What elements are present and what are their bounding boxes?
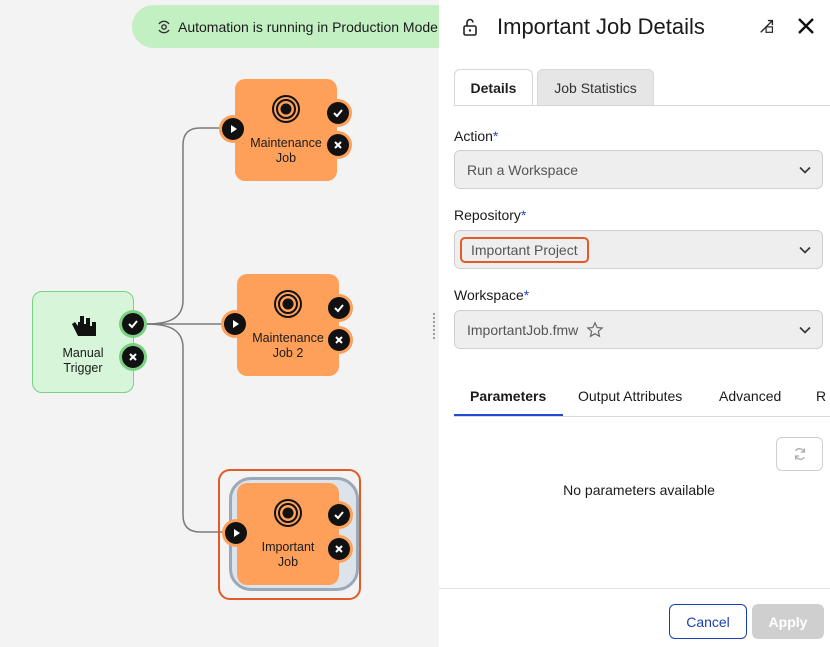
job1-input-port[interactable] (222, 118, 244, 140)
active-tab-underline (454, 414, 563, 416)
close-icon (798, 18, 814, 34)
production-mode-banner: Automation is running in Production Mode (132, 5, 439, 48)
chevron-down-icon (799, 166, 811, 174)
workspace-target-icon (272, 95, 300, 123)
job-label: Maintenance Job (250, 136, 322, 165)
job-details-panel: Important Job Details Details Job Statis… (439, 0, 830, 647)
close-button[interactable] (794, 14, 818, 38)
tab-output-attributes[interactable]: Output Attributes (578, 388, 682, 404)
repository-select[interactable]: Important Project (454, 230, 823, 269)
apply-button[interactable]: Apply (752, 604, 824, 639)
chevron-down-icon (799, 326, 811, 334)
job2-failure-port[interactable] (328, 329, 350, 351)
popout-button[interactable] (755, 14, 779, 38)
trigger-failure-port[interactable] (122, 346, 144, 368)
workspace-value: ImportantJob.fmw (467, 321, 579, 338)
workflow-canvas[interactable]: Automation is running in Production Mode… (0, 0, 439, 647)
job1-failure-port[interactable] (327, 134, 349, 156)
chevron-down-icon (799, 246, 811, 254)
action-label-text: Action (454, 128, 493, 144)
panel-header: Important Job Details (459, 14, 705, 40)
maintenance-job-node[interactable]: Maintenance Job (235, 79, 337, 181)
tab-job-statistics[interactable]: Job Statistics (537, 69, 654, 105)
check-icon (334, 304, 344, 313)
panel-resize-handle[interactable] (432, 312, 436, 340)
workspace-select[interactable]: ImportantJob.fmw (454, 310, 823, 349)
x-icon (334, 141, 342, 149)
required-mark: * (492, 128, 499, 144)
job2-input-port[interactable] (224, 313, 246, 335)
star-icon[interactable] (586, 320, 604, 339)
tab-details[interactable]: Details (454, 69, 533, 105)
job3-input-port[interactable] (225, 522, 247, 544)
workspace-target-icon (274, 499, 302, 527)
required-mark: * (520, 207, 527, 223)
workspace-target-icon (274, 290, 302, 318)
tab-truncated[interactable]: R (816, 388, 826, 404)
popout-icon (760, 19, 774, 33)
banner-text: Automation is running in Production Mode (178, 18, 438, 35)
tabs-divider (454, 105, 830, 106)
action-select[interactable]: Run a Workspace (454, 150, 823, 189)
x-icon (335, 336, 343, 344)
check-icon (334, 511, 344, 520)
job1-success-port[interactable] (327, 102, 349, 124)
job-label: Important Job (261, 540, 315, 569)
maintenance-job-2-node[interactable]: Maintenance Job 2 (237, 274, 339, 376)
hand-pointer-icon (72, 308, 96, 336)
refresh-icon (794, 448, 805, 460)
x-icon (129, 353, 137, 361)
important-job-node[interactable]: Important Job (237, 483, 339, 585)
play-icon (231, 125, 237, 133)
job3-success-port[interactable] (328, 504, 350, 526)
footer-divider (439, 588, 830, 589)
x-icon (335, 545, 343, 553)
refresh-button[interactable] (776, 437, 823, 471)
action-label: Action* (454, 128, 498, 144)
unlock-icon[interactable] (459, 16, 481, 38)
trigger-success-port[interactable] (122, 313, 144, 335)
check-icon (128, 320, 138, 329)
play-icon (234, 529, 240, 537)
repository-value: Important Project (460, 236, 589, 263)
automation-running-icon (158, 20, 170, 33)
job3-failure-port[interactable] (328, 538, 350, 560)
action-value: Run a Workspace (467, 161, 579, 178)
workspace-label-text: Workspace (454, 287, 524, 303)
repository-label: Repository* (454, 207, 526, 223)
empty-parameters-message: No parameters available (563, 482, 715, 498)
tab-advanced[interactable]: Advanced (719, 388, 781, 404)
repository-label-text: Repository (454, 207, 521, 223)
panel-tabs: Details Job Statistics (454, 69, 658, 105)
play-icon (233, 320, 239, 328)
manual-trigger-node[interactable]: Manual Trigger (32, 291, 134, 393)
tab-parameters[interactable]: Parameters (470, 388, 546, 404)
check-icon (333, 109, 343, 118)
cancel-button[interactable]: Cancel (669, 604, 747, 639)
job-label: Maintenance Job 2 (252, 331, 324, 360)
required-mark: * (523, 287, 530, 303)
parameter-tabs: Parameters Output Attributes Advanced R (454, 378, 830, 417)
workspace-label: Workspace* (454, 287, 529, 303)
panel-title: Important Job Details (497, 14, 705, 39)
trigger-label: Manual Trigger (62, 346, 104, 375)
job2-success-port[interactable] (328, 297, 350, 319)
